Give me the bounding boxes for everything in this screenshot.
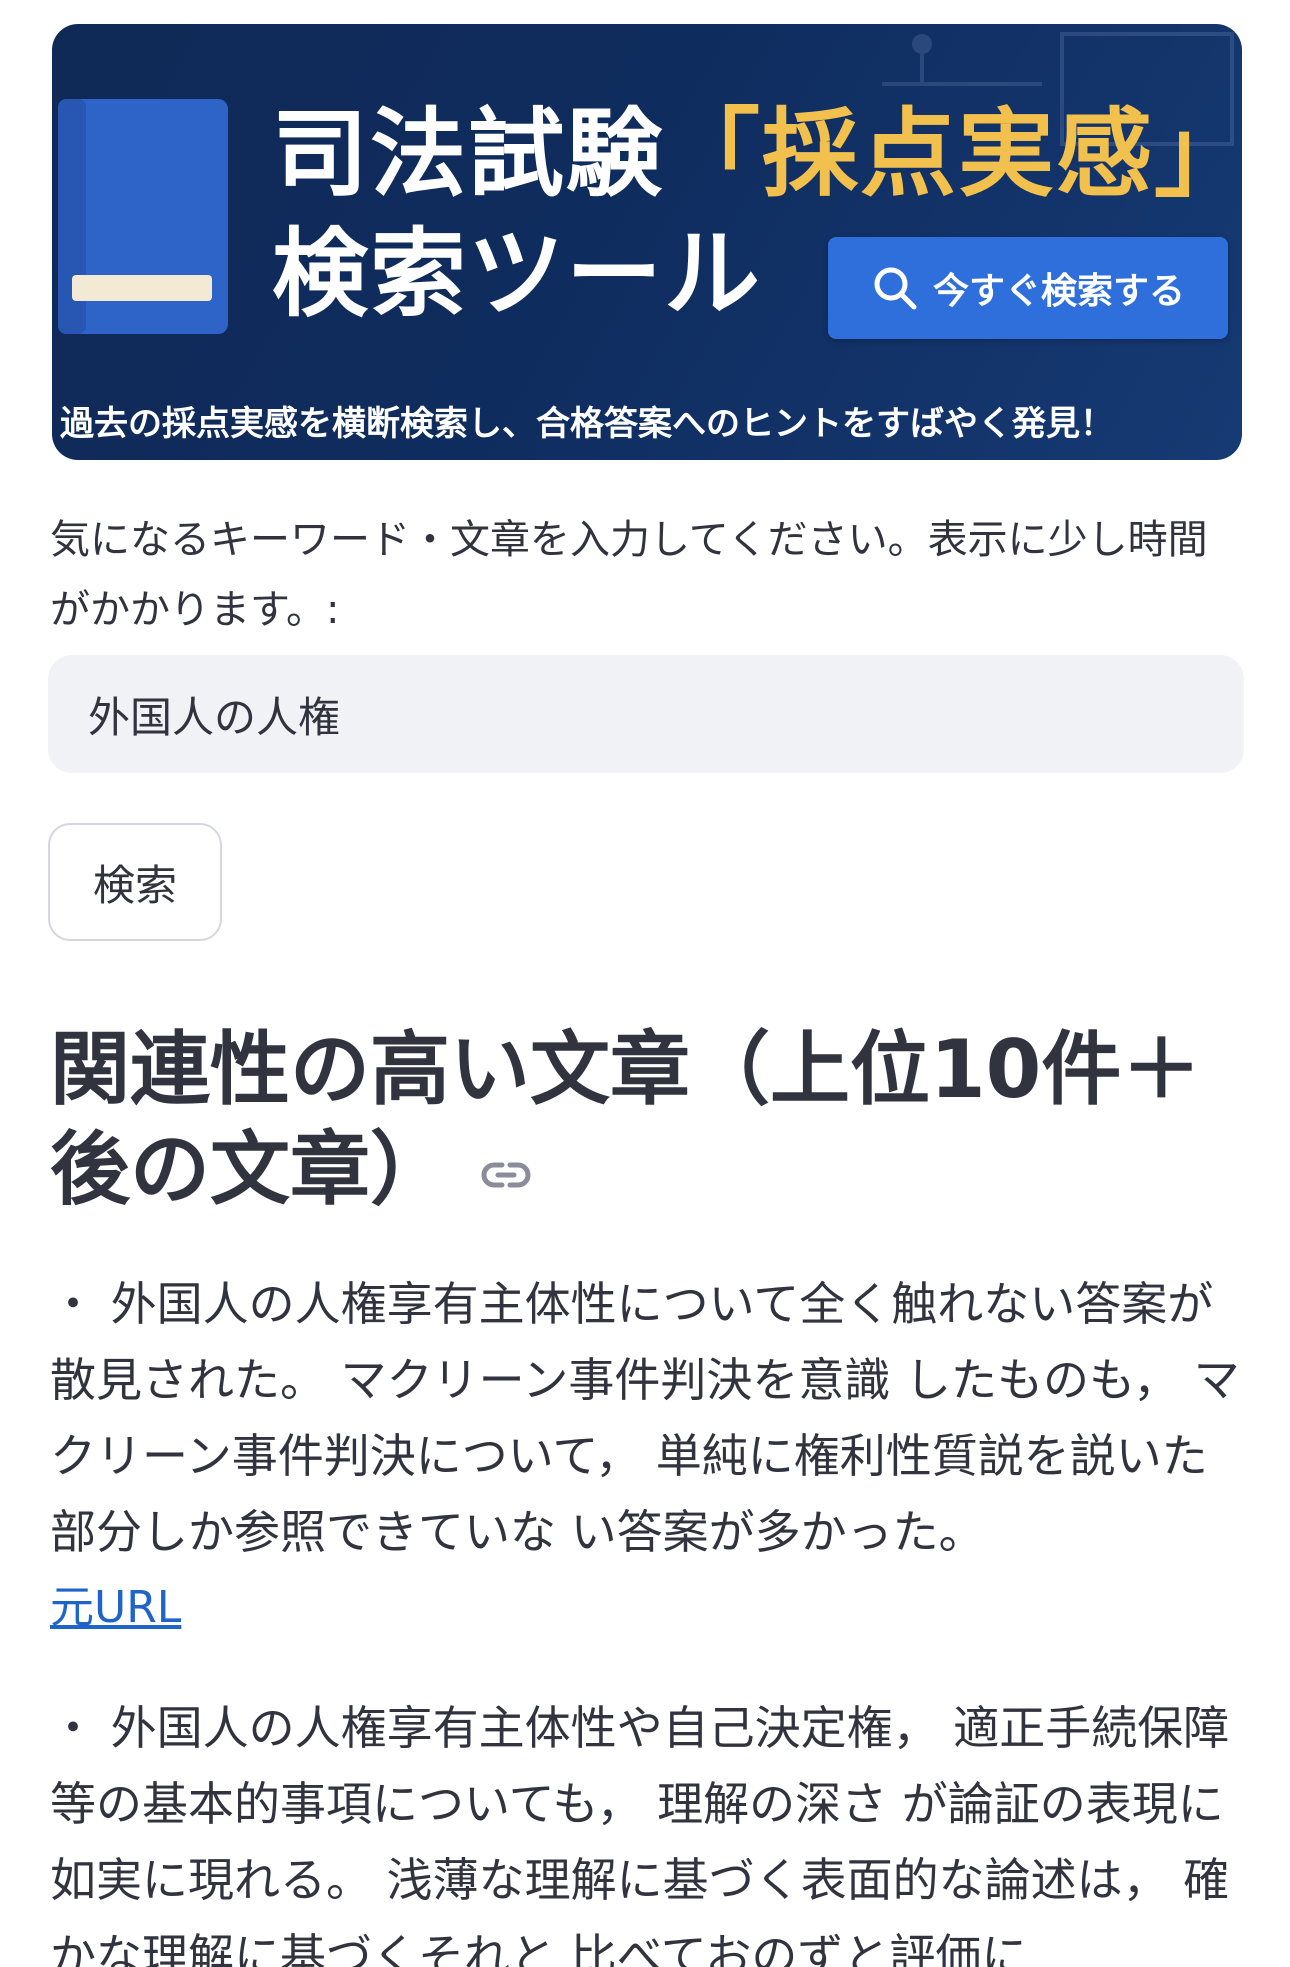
search-button[interactable]: 検索 [48,823,222,941]
results-heading-text: 関連性の高い文章（上位10件＋後の文章） [50,1023,1202,1216]
app-page: 司法試験「採点実感」 検索ツール 今すぐ検索する 過去の採点実感を横断検索し、合… [0,0,1290,1967]
hero-banner: 司法試験「採点実感」 検索ツール 今すぐ検索する 過去の採点実感を横断検索し、合… [52,24,1242,460]
anchor-link-icon[interactable] [480,1149,532,1201]
search-now-button[interactable]: 今すぐ検索する [828,237,1228,339]
results-heading: 関連性の高い文章（上位10件＋後の文章） [50,1020,1250,1220]
source-url-link[interactable]: 元URL [50,1570,1250,1646]
banner-title-accent: 「採点実感」 [664,98,1242,210]
book-icon [58,99,228,334]
banner-title-line2: 検索ツール [272,218,762,330]
search-icon [874,267,917,310]
search-now-label: 今すぐ検索する [932,271,1185,312]
banner-title: 司法試験「採点実感」 [272,94,1242,214]
result-text: ・ 外国人の人権享有主体性について全く触れない答案が散見された。 マクリーン事件… [50,1277,1240,1559]
banner-tagline: 過去の採点実感を横断検索し、合格答案へのヒントをすばやく発見！ [60,404,1114,444]
search-prompt-label: 気になるキーワード・文章を入力してください。表示に少し時間がかかります。: [50,517,1208,633]
result-item: ・ 外国人の人権享有主体性や自己決定権， 適正手続保障等の基本的事項についても，… [50,1690,1250,1967]
result-text: ・ 外国人の人権享有主体性や自己決定権， 適正手続保障等の基本的事項についても，… [50,1701,1230,1967]
search-input[interactable] [48,655,1244,773]
result-item: ・ 外国人の人権享有主体性について全く触れない答案が散見された。 マクリーン事件… [50,1266,1250,1646]
